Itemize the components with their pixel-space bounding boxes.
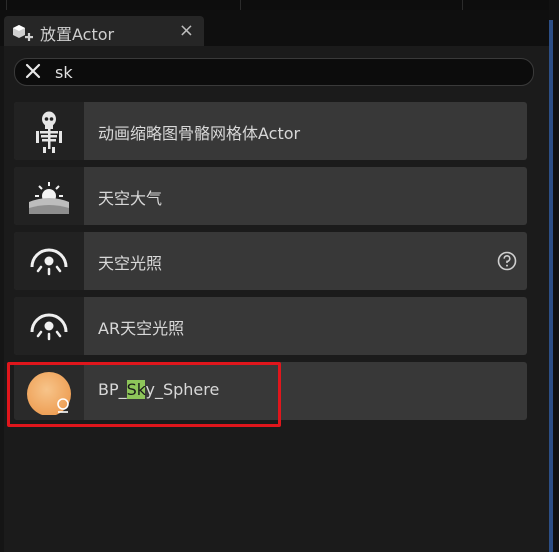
top-strip [0,0,559,10]
viewport-edge [549,0,559,552]
skeleton-icon [36,111,62,153]
sky-light-icon [30,248,68,276]
item-thumbnail [14,232,84,290]
sky-atmosphere-icon [29,182,69,214]
ar-sky-light-icon [30,313,68,341]
item-label: AR天空光照 [98,319,185,338]
search-input[interactable] [53,60,517,84]
item-thumbnail [14,102,84,160]
item-label: 动画缩略图骨骼网格体Actor [98,124,301,143]
item-label: 天空光照 [98,254,163,273]
top-divider [240,0,241,10]
top-divider [6,0,7,10]
top-divider [462,0,463,10]
list-item-ar-sky-light[interactable]: AR天空光照 [14,297,527,355]
tab-bar: 放置Actor × [0,10,559,48]
tab-close-button[interactable]: × [179,20,194,41]
search-box[interactable] [14,58,534,86]
list-item-sky-atmosphere[interactable]: 天空大气 [14,167,527,225]
viewport-border [549,20,553,552]
place-actor-icon [13,25,33,41]
item-thumbnail [14,167,84,225]
selection-outline [7,362,281,427]
close-icon[interactable] [23,61,43,81]
list-item-sky-light[interactable]: 天空光照 [14,232,527,290]
help-icon[interactable] [497,251,517,271]
item-label: 天空大气 [98,189,163,208]
tab-place-actor[interactable]: 放置Actor × [4,16,204,48]
list-item-skeletal-mesh-actor[interactable]: 动画缩略图骨骼网格体Actor [14,102,527,160]
item-thumbnail [14,297,84,355]
tab-title: 放置Actor [40,25,115,44]
